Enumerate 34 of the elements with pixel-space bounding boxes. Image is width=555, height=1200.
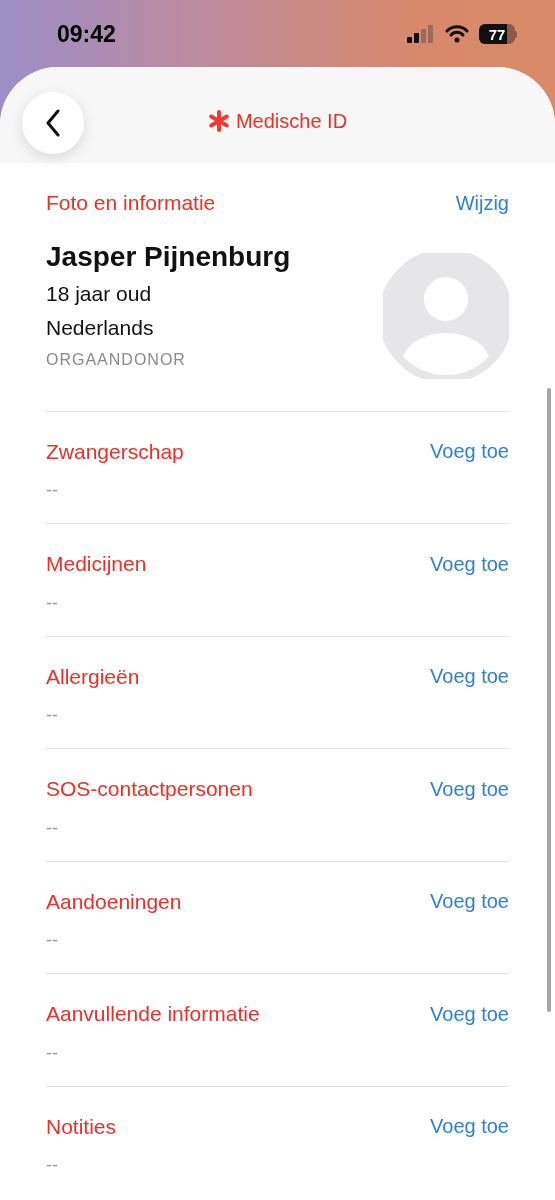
section-value: -- [46, 704, 59, 727]
section-title: Aandoeningen [46, 888, 182, 915]
add-link[interactable]: Voeg toe [430, 998, 509, 1029]
organ-donor-label: ORGAANDONOR [46, 349, 187, 370]
back-chevron-icon [45, 109, 61, 137]
nationality-text: Nederlands [46, 314, 155, 341]
status-time: 09:42 [57, 19, 116, 49]
add-link[interactable]: Voeg toe [430, 436, 509, 467]
section-title: Zwangerschap [46, 438, 184, 465]
add-link[interactable]: Voeg toe [430, 1111, 509, 1142]
section-value: -- [46, 1041, 59, 1065]
wifi-icon [445, 25, 469, 43]
person-name: Jasper Pijnenburg [46, 239, 291, 274]
section-title: Foto en informatie [46, 190, 216, 216]
section-title: Notities [46, 1113, 117, 1140]
section-title: Allergieën [46, 663, 140, 690]
section-title: SOS-contactpersonen [46, 776, 253, 802]
add-link[interactable]: Voeg toe [430, 661, 509, 692]
add-link[interactable]: Voeg toe [430, 886, 509, 917]
section-title: Aanvullende informatie [46, 1001, 260, 1027]
section-value: -- [46, 816, 59, 840]
battery-level: 77 [488, 26, 506, 42]
edit-link[interactable]: Wijzig [455, 187, 509, 218]
section-value: -- [46, 929, 59, 952]
add-link[interactable]: Voeg toe [430, 548, 509, 579]
age-text: 18 jaar oud [46, 280, 153, 307]
asterisk-icon [207, 110, 230, 132]
signal-icon [407, 25, 435, 43]
section-value: -- [46, 591, 59, 615]
section-title: Medicijnen [46, 551, 147, 577]
add-link[interactable]: Voeg toe [430, 773, 509, 804]
section-value: -- [46, 1154, 59, 1177]
section-value: -- [46, 479, 59, 502]
page-title: Medische ID [235, 109, 348, 134]
